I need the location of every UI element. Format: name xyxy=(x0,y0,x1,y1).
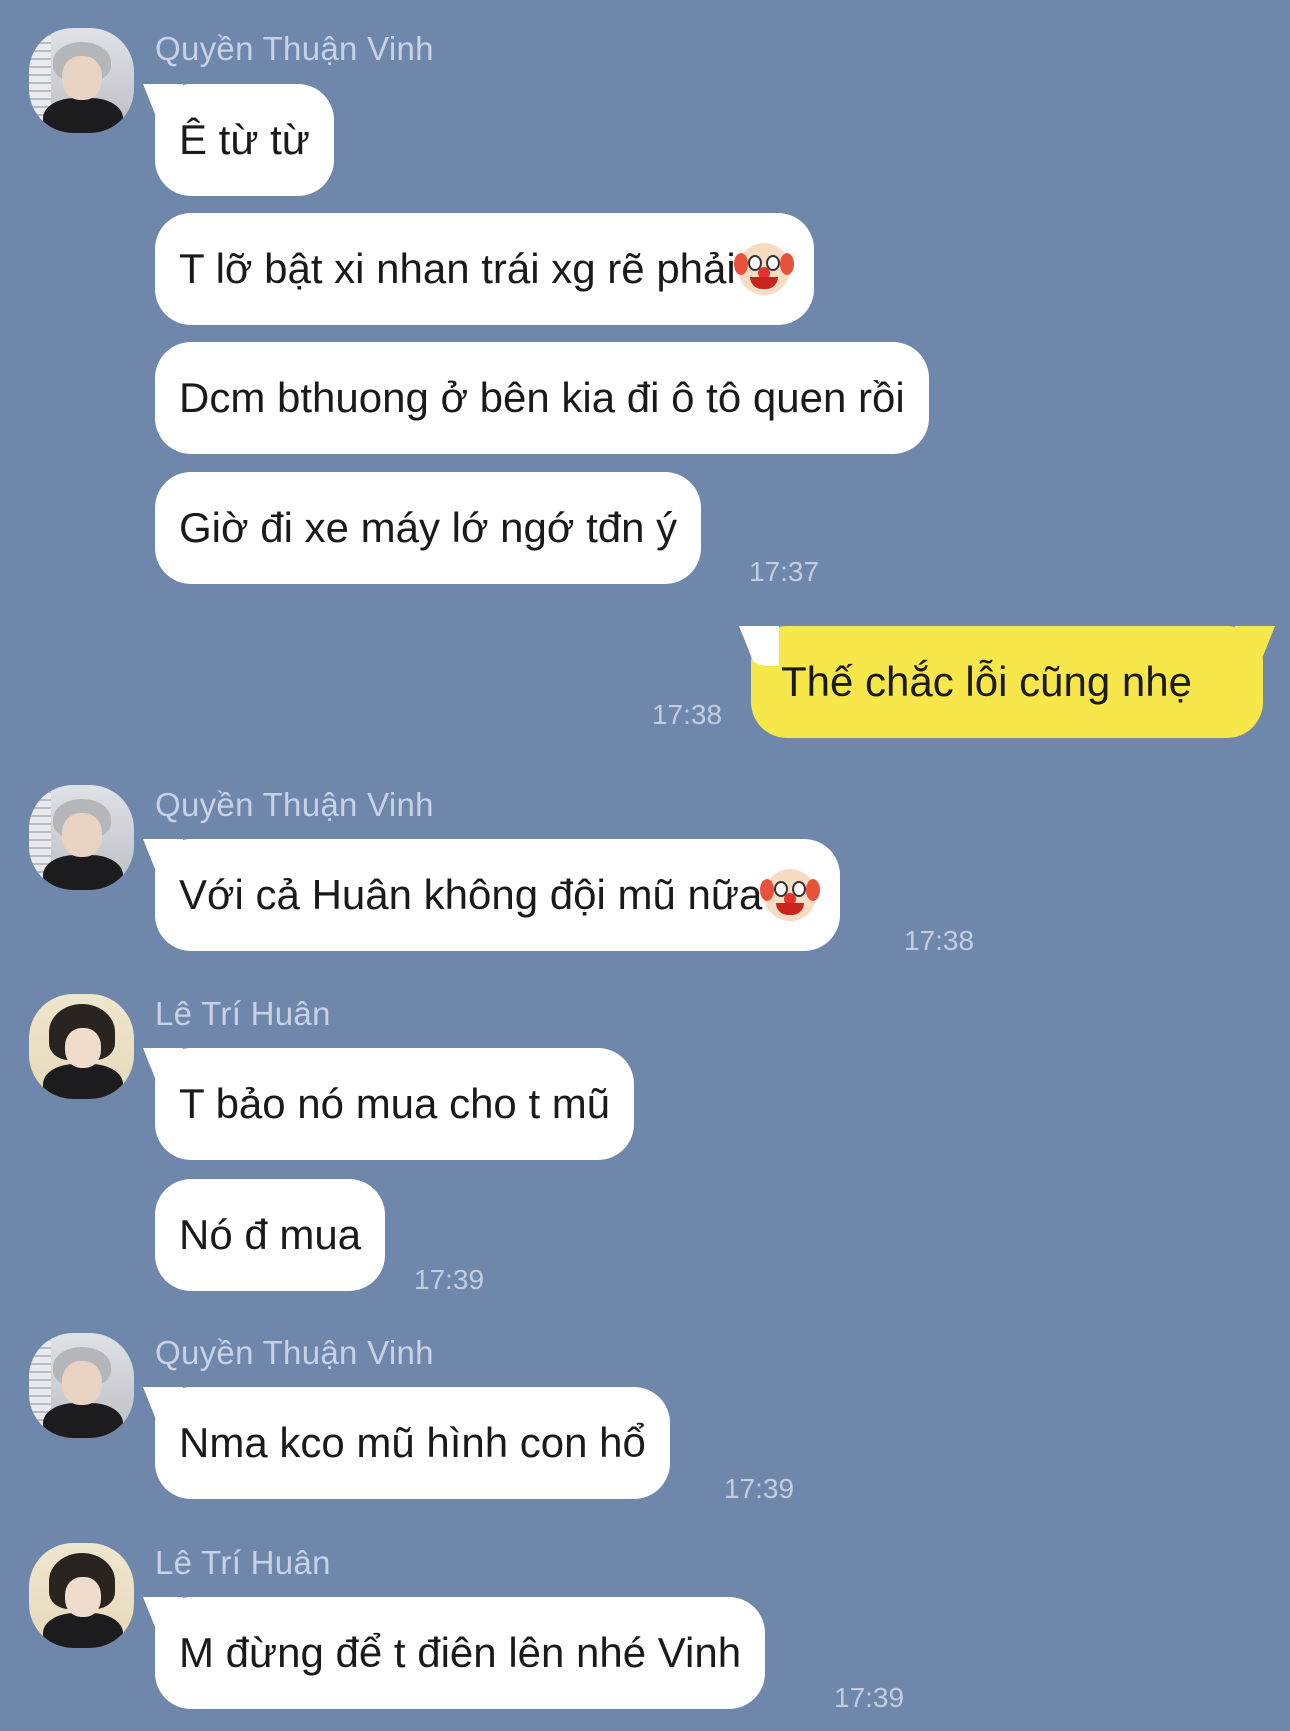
sender-name: Quyền Thuận Vinh xyxy=(155,786,434,823)
message-bubble[interactable]: Với cả Huân không đội mũ nữa xyxy=(155,839,841,951)
avatar-vinh[interactable] xyxy=(29,28,134,133)
sender-name: Lê Trí Huân xyxy=(155,995,331,1032)
sender-name: Quyền Thuận Vinh xyxy=(155,30,434,67)
message-text: Giờ đi xe máy lớ ngớ tđn ý xyxy=(179,504,678,551)
message-bubble[interactable]: M đừng để t điên lên nhé Vinh xyxy=(155,1597,766,1709)
sender-name: Lê Trí Huân xyxy=(155,1544,331,1581)
message-bubble-outgoing[interactable]: Thế chắc lỗi cũng nhẹ xyxy=(751,626,1263,738)
message-bubble[interactable]: Ê từ từ xyxy=(155,84,334,196)
message-text: Dcm bthuong ở bên kia đi ô tô quen rồi xyxy=(179,374,905,421)
avatar-vinh[interactable] xyxy=(29,785,134,890)
message-text: Với cả Huân không đội mũ nữa xyxy=(179,871,763,918)
message-timestamp: 17:39 xyxy=(834,1682,905,1713)
message-bubble[interactable]: Dcm bthuong ở bên kia đi ô tô quen rồi xyxy=(155,342,929,454)
message-text: Thế chắc lỗi cũng nhẹ xyxy=(781,658,1192,705)
message-text: Nó đ mua xyxy=(179,1211,362,1258)
avatar-huan[interactable] xyxy=(29,1543,134,1648)
message-bubble[interactable]: Nó đ mua xyxy=(155,1179,386,1291)
message-bubble[interactable]: Nma kco mũ hình con hổ xyxy=(155,1387,670,1499)
message-text: Ê từ từ xyxy=(179,116,310,163)
clown-emoji-icon xyxy=(733,242,794,295)
clown-emoji-icon xyxy=(760,868,821,921)
message-text: T lỡ bật xi nhan trái xg rẽ phải xyxy=(179,245,736,292)
message-bubble[interactable]: T lỡ bật xi nhan trái xg rẽ phải xyxy=(155,213,814,325)
message-text: T bảo nó mua cho t mũ xyxy=(179,1080,611,1127)
message-text: M đừng để t điên lên nhé Vinh xyxy=(179,1629,742,1676)
message-bubble[interactable]: T bảo nó mua cho t mũ xyxy=(155,1048,635,1160)
avatar-huan[interactable] xyxy=(29,994,134,1099)
message-text: Nma kco mũ hình con hổ xyxy=(179,1419,646,1466)
message-timestamp: 17:37 xyxy=(749,556,820,587)
sender-name: Quyền Thuận Vinh xyxy=(155,1334,434,1371)
avatar-vinh[interactable] xyxy=(29,1333,134,1438)
message-timestamp: 17:38 xyxy=(904,925,975,956)
message-timestamp: 17:39 xyxy=(414,1264,485,1295)
message-timestamp: 17:39 xyxy=(724,1473,795,1504)
message-bubble[interactable]: Giờ đi xe máy lớ ngớ tđn ý xyxy=(155,472,702,584)
message-timestamp: 17:38 xyxy=(652,699,723,730)
